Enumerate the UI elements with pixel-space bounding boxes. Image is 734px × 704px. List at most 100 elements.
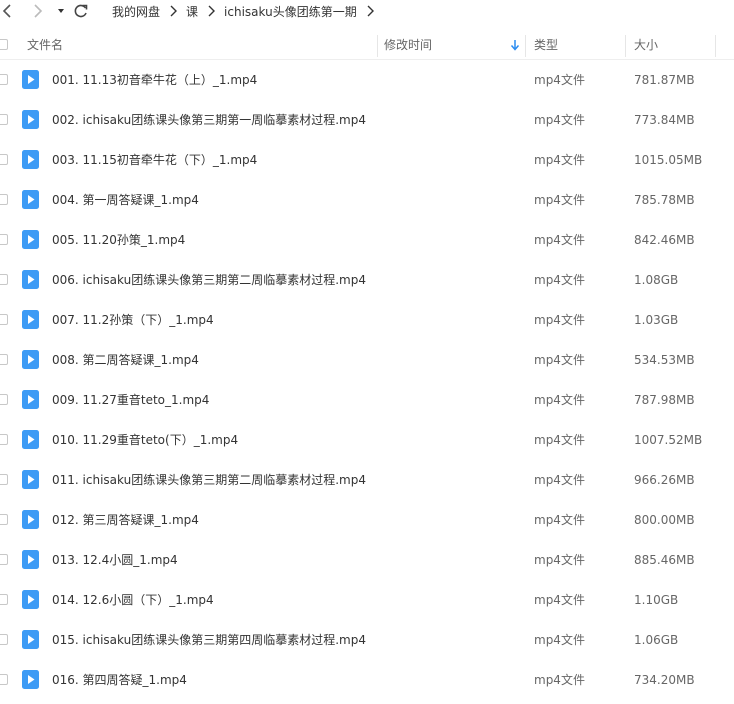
file-type: mp4文件 — [534, 433, 585, 447]
column-name[interactable]: 文件名 — [27, 31, 63, 59]
file-name[interactable]: 001. 11.13初音牵牛花（上）_1.mp4 — [52, 60, 257, 100]
back-arrow-icon[interactable] — [0, 2, 16, 20]
video-file-icon — [22, 470, 39, 489]
file-size: 1.06GB — [634, 633, 679, 647]
file-type: mp4文件 — [534, 193, 585, 207]
row-checkbox[interactable] — [0, 74, 8, 85]
file-name[interactable]: 006. ichisaku团练课头像第三期第二周临摹素材过程.mp4 — [52, 260, 366, 300]
video-file-icon — [22, 150, 39, 169]
file-size: 534.53MB — [634, 353, 695, 367]
column-modified[interactable]: 修改时间 — [384, 31, 432, 59]
file-type: mp4文件 — [534, 273, 585, 287]
file-size: 787.98MB — [634, 393, 695, 407]
file-name[interactable]: 015. ichisaku团练课头像第三期第四周临摹素材过程.mp4 — [52, 620, 366, 660]
file-row[interactable]: 005. 11.20孙策_1.mp4 mp4文件 842.46MB — [0, 220, 734, 260]
file-name[interactable]: 016. 第四周答疑_1.mp4 — [52, 660, 187, 700]
video-file-icon — [22, 350, 39, 369]
file-row[interactable]: 002. ichisaku团练课头像第三期第一周临摹素材过程.mp4 mp4文件 7… — [0, 100, 734, 140]
row-checkbox[interactable] — [0, 634, 8, 645]
row-checkbox[interactable] — [0, 194, 8, 205]
refresh-icon[interactable] — [72, 1, 90, 21]
row-checkbox[interactable] — [0, 314, 8, 325]
file-name[interactable]: 013. 12.4小圆_1.mp4 — [52, 540, 178, 580]
select-all-checkbox[interactable] — [0, 39, 8, 50]
row-checkbox[interactable] — [0, 554, 8, 565]
file-name[interactable]: 003. 11.15初音牵牛花（下）_1.mp4 — [52, 140, 257, 180]
column-divider[interactable] — [525, 35, 526, 57]
file-size: 773.84MB — [634, 113, 695, 127]
video-file-icon — [22, 670, 39, 689]
file-type: mp4文件 — [534, 593, 585, 607]
row-checkbox[interactable] — [0, 514, 8, 525]
file-size: 785.78MB — [634, 193, 695, 207]
file-row[interactable]: 012. 第三周答疑课_1.mp4 mp4文件 800.00MB — [0, 500, 734, 540]
sort-down-arrow-icon[interactable] — [510, 39, 520, 51]
column-divider[interactable] — [377, 35, 378, 57]
video-file-icon — [22, 430, 39, 449]
row-checkbox[interactable] — [0, 434, 8, 445]
file-name[interactable]: 008. 第二周答疑课_1.mp4 — [52, 340, 199, 380]
file-row[interactable]: 009. 11.27重音teto_1.mp4 mp4文件 787.98MB — [0, 380, 734, 420]
file-type: mp4文件 — [534, 553, 585, 567]
chevron-right-icon[interactable] — [363, 4, 377, 18]
file-size: 885.46MB — [634, 553, 695, 567]
file-type: mp4文件 — [534, 393, 585, 407]
video-file-icon — [22, 190, 39, 209]
file-type: mp4文件 — [534, 673, 585, 687]
history-dropdown-icon[interactable] — [55, 2, 67, 20]
row-checkbox[interactable] — [0, 674, 8, 685]
file-row[interactable]: 010. 11.29重音teto(下）_1.mp4 mp4文件 1007.52MB — [0, 420, 734, 460]
file-type: mp4文件 — [534, 153, 585, 167]
breadcrumb-item-course[interactable]: 课 — [186, 3, 198, 20]
column-size[interactable]: 大小 — [634, 31, 658, 59]
file-size: 1015.05MB — [634, 153, 703, 167]
file-name[interactable]: 012. 第三周答疑课_1.mp4 — [52, 500, 199, 540]
file-name[interactable]: 002. ichisaku团练课头像第三期第一周临摹素材过程.mp4 — [52, 100, 366, 140]
file-row[interactable]: 015. ichisaku团练课头像第三期第四周临摹素材过程.mp4 mp4文件 1… — [0, 620, 734, 660]
file-row[interactable]: 001. 11.13初音牵牛花（上）_1.mp4 mp4文件 781.87MB — [0, 60, 734, 100]
column-divider[interactable] — [625, 35, 626, 57]
row-checkbox[interactable] — [0, 274, 8, 285]
forward-arrow-icon[interactable] — [30, 2, 46, 20]
file-size: 781.87MB — [634, 73, 695, 87]
file-name[interactable]: 014. 12.6小圆（下）_1.mp4 — [52, 580, 214, 620]
file-type: mp4文件 — [534, 73, 585, 87]
file-row[interactable]: 003. 11.15初音牵牛花（下）_1.mp4 mp4文件 1015.05MB — [0, 140, 734, 180]
video-file-icon — [22, 390, 39, 409]
file-row[interactable]: 004. 第一周答疑课_1.mp4 mp4文件 785.78MB — [0, 180, 734, 220]
file-row[interactable]: 011. ichisaku团练课头像第三期第二周临摹素材过程.mp4 mp4文件 9… — [0, 460, 734, 500]
file-row[interactable]: 013. 12.4小圆_1.mp4 mp4文件 885.46MB — [0, 540, 734, 580]
file-row[interactable]: 007. 11.2孙策（下）_1.mp4 mp4文件 1.03GB — [0, 300, 734, 340]
row-checkbox[interactable] — [0, 354, 8, 365]
file-type: mp4文件 — [534, 313, 585, 327]
file-row[interactable]: 016. 第四周答疑_1.mp4 mp4文件 734.20MB — [0, 660, 734, 700]
toolbar: 我的网盘 课 ichisaku头像团练第一期 — [0, 0, 734, 24]
row-checkbox[interactable] — [0, 114, 8, 125]
column-divider[interactable] — [715, 35, 716, 57]
file-type: mp4文件 — [534, 473, 585, 487]
file-name[interactable]: 007. 11.2孙策（下）_1.mp4 — [52, 300, 214, 340]
file-name[interactable]: 011. ichisaku团练课头像第三期第二周临摹素材过程.mp4 — [52, 460, 366, 500]
file-type: mp4文件 — [534, 113, 585, 127]
file-size: 966.26MB — [634, 473, 695, 487]
file-size: 800.00MB — [634, 513, 695, 527]
file-type: mp4文件 — [534, 633, 585, 647]
breadcrumb-item-current-folder[interactable]: ichisaku头像团练第一期 — [224, 3, 357, 20]
row-checkbox[interactable] — [0, 154, 8, 165]
row-checkbox[interactable] — [0, 474, 8, 485]
video-file-icon — [22, 70, 39, 89]
row-checkbox[interactable] — [0, 234, 8, 245]
row-checkbox[interactable] — [0, 394, 8, 405]
file-row[interactable]: 014. 12.6小圆（下）_1.mp4 mp4文件 1.10GB — [0, 580, 734, 620]
file-row[interactable]: 006. ichisaku团练课头像第三期第二周临摹素材过程.mp4 mp4文件 1… — [0, 260, 734, 300]
chevron-right-icon — [170, 5, 178, 17]
file-size: 1.10GB — [634, 593, 679, 607]
file-name[interactable]: 004. 第一周答疑课_1.mp4 — [52, 180, 199, 220]
file-name[interactable]: 005. 11.20孙策_1.mp4 — [52, 220, 185, 260]
breadcrumb-item-my-drive[interactable]: 我的网盘 — [112, 3, 160, 20]
row-checkbox[interactable] — [0, 594, 8, 605]
column-type[interactable]: 类型 — [534, 31, 558, 59]
file-row[interactable]: 008. 第二周答疑课_1.mp4 mp4文件 534.53MB — [0, 340, 734, 380]
file-name[interactable]: 010. 11.29重音teto(下）_1.mp4 — [52, 420, 238, 460]
file-name[interactable]: 009. 11.27重音teto_1.mp4 — [52, 380, 209, 420]
